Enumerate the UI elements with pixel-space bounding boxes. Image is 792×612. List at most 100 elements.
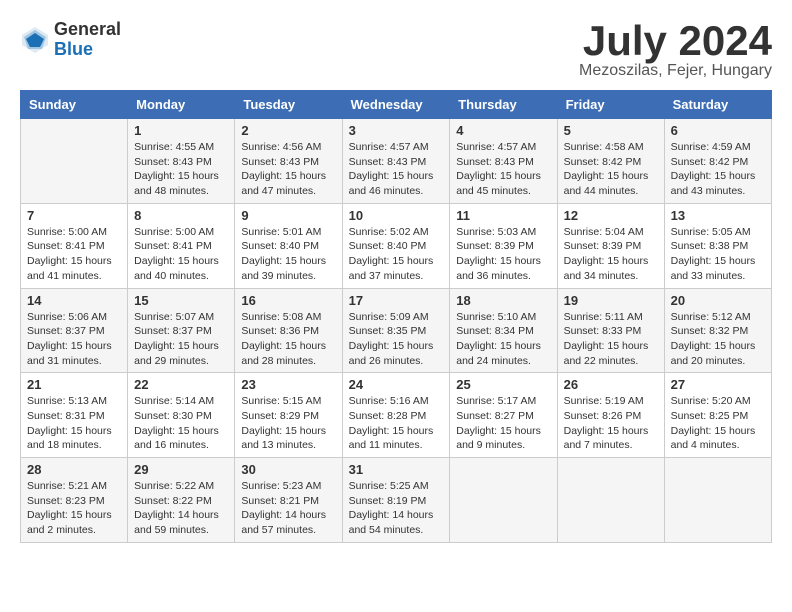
- day-number: 27: [671, 377, 765, 392]
- calendar-cell: 23Sunrise: 5:15 AM Sunset: 8:29 PM Dayli…: [235, 373, 342, 458]
- calendar-cell: 11 Sunrise: 5:03 AM Sunset: 8:39 PM Dayli…: [450, 203, 557, 288]
- calendar-cell: 25Sunrise: 5:17 AM Sunset: 8:27 PM Dayli…: [450, 373, 557, 458]
- calendar-cell: 29 Sunrise: 5:22 AM Sunset: 8:22 PM Dayli…: [128, 458, 235, 543]
- calendar-cell: 28 Sunrise: 5:21 AM Sunset: 8:23 PM Dayli…: [21, 458, 128, 543]
- calendar-body: 1 Sunrise: 4:55 AM Sunset: 8:43 PM Daylig…: [21, 119, 772, 543]
- day-number: 14: [27, 293, 121, 308]
- weekday-header: Thursday: [450, 91, 557, 119]
- calendar-cell: [664, 458, 771, 543]
- day-number: 28: [27, 462, 121, 477]
- calendar-cell: 16Sunrise: 5:08 AM Sunset: 8:36 PM Dayli…: [235, 288, 342, 373]
- calendar-cell: 30Sunrise: 5:23 AM Sunset: 8:21 PM Dayli…: [235, 458, 342, 543]
- calendar-cell: [21, 119, 128, 204]
- day-info: Sunrise: 5:22 AM Sunset: 8:22 PM Dayligh…: [134, 479, 228, 538]
- day-number: 30: [241, 462, 335, 477]
- calendar-week-row: 7Sunrise: 5:00 AM Sunset: 8:41 PM Daylig…: [21, 203, 772, 288]
- calendar-cell: 20 Sunrise: 5:12 AM Sunset: 8:32 PM Dayli…: [664, 288, 771, 373]
- day-number: 11: [456, 208, 550, 223]
- logo-icon: [20, 25, 50, 55]
- day-number: 3: [349, 123, 444, 138]
- day-info: Sunrise: 5:02 AM Sunset: 8:40 PM Dayligh…: [349, 225, 444, 284]
- weekday-header: Monday: [128, 91, 235, 119]
- calendar-cell: [450, 458, 557, 543]
- day-info: Sunrise: 4:58 AM Sunset: 8:42 PM Dayligh…: [564, 140, 658, 199]
- day-info: Sunrise: 5:11 AM Sunset: 8:33 PM Dayligh…: [564, 310, 658, 369]
- calendar-cell: 6Sunrise: 4:59 AM Sunset: 8:42 PM Daylig…: [664, 119, 771, 204]
- calendar-cell: 4Sunrise: 4:57 AM Sunset: 8:43 PM Daylig…: [450, 119, 557, 204]
- day-number: 31: [349, 462, 444, 477]
- day-info: Sunrise: 5:05 AM Sunset: 8:38 PM Dayligh…: [671, 225, 765, 284]
- day-info: Sunrise: 4:57 AM Sunset: 8:43 PM Dayligh…: [456, 140, 550, 199]
- calendar-week-row: 1 Sunrise: 4:55 AM Sunset: 8:43 PM Daylig…: [21, 119, 772, 204]
- calendar-table: SundayMondayTuesdayWednesdayThursdayFrid…: [20, 90, 772, 543]
- day-info: Sunrise: 5:15 AM Sunset: 8:29 PM Dayligh…: [241, 394, 335, 453]
- calendar-week-row: 28 Sunrise: 5:21 AM Sunset: 8:23 PM Dayli…: [21, 458, 772, 543]
- day-info: Sunrise: 5:21 AM Sunset: 8:23 PM Dayligh…: [27, 479, 121, 538]
- day-info: Sunrise: 5:03 AM Sunset: 8:39 PM Dayligh…: [456, 225, 550, 284]
- calendar-cell: 12 Sunrise: 5:04 AM Sunset: 8:39 PM Dayli…: [557, 203, 664, 288]
- day-info: Sunrise: 4:59 AM Sunset: 8:42 PM Dayligh…: [671, 140, 765, 199]
- day-info: Sunrise: 4:57 AM Sunset: 8:43 PM Dayligh…: [349, 140, 444, 199]
- day-number: 20: [671, 293, 765, 308]
- day-info: Sunrise: 5:06 AM Sunset: 8:37 PM Dayligh…: [27, 310, 121, 369]
- day-info: Sunrise: 5:00 AM Sunset: 8:41 PM Dayligh…: [27, 225, 121, 284]
- calendar-cell: 10 Sunrise: 5:02 AM Sunset: 8:40 PM Dayli…: [342, 203, 450, 288]
- day-number: 18: [456, 293, 550, 308]
- calendar-cell: 5 Sunrise: 4:58 AM Sunset: 8:42 PM Daylig…: [557, 119, 664, 204]
- calendar-cell: 1 Sunrise: 4:55 AM Sunset: 8:43 PM Daylig…: [128, 119, 235, 204]
- day-number: 5: [564, 123, 658, 138]
- day-info: Sunrise: 5:04 AM Sunset: 8:39 PM Dayligh…: [564, 225, 658, 284]
- day-number: 9: [241, 208, 335, 223]
- day-info: Sunrise: 5:08 AM Sunset: 8:36 PM Dayligh…: [241, 310, 335, 369]
- weekday-header: Wednesday: [342, 91, 450, 119]
- weekday-header: Tuesday: [235, 91, 342, 119]
- day-info: Sunrise: 5:19 AM Sunset: 8:26 PM Dayligh…: [564, 394, 658, 453]
- day-number: 29: [134, 462, 228, 477]
- calendar-cell: 26 Sunrise: 5:19 AM Sunset: 8:26 PM Dayli…: [557, 373, 664, 458]
- day-number: 10: [349, 208, 444, 223]
- calendar-cell: 31 Sunrise: 5:25 AM Sunset: 8:19 PM Dayli…: [342, 458, 450, 543]
- day-info: Sunrise: 4:56 AM Sunset: 8:43 PM Dayligh…: [241, 140, 335, 199]
- calendar-cell: 7Sunrise: 5:00 AM Sunset: 8:41 PM Daylig…: [21, 203, 128, 288]
- day-info: Sunrise: 5:09 AM Sunset: 8:35 PM Dayligh…: [349, 310, 444, 369]
- weekday-header: Friday: [557, 91, 664, 119]
- calendar-cell: 18 Sunrise: 5:10 AM Sunset: 8:34 PM Dayli…: [450, 288, 557, 373]
- day-number: 24: [349, 377, 444, 392]
- weekday-header-row: SundayMondayTuesdayWednesdayThursdayFrid…: [21, 91, 772, 119]
- day-info: Sunrise: 4:55 AM Sunset: 8:43 PM Dayligh…: [134, 140, 228, 199]
- weekday-header: Sunday: [21, 91, 128, 119]
- day-info: Sunrise: 5:07 AM Sunset: 8:37 PM Dayligh…: [134, 310, 228, 369]
- day-info: Sunrise: 5:12 AM Sunset: 8:32 PM Dayligh…: [671, 310, 765, 369]
- calendar-cell: [557, 458, 664, 543]
- day-number: 17: [349, 293, 444, 308]
- day-info: Sunrise: 5:01 AM Sunset: 8:40 PM Dayligh…: [241, 225, 335, 284]
- calendar-header: SundayMondayTuesdayWednesdayThursdayFrid…: [21, 91, 772, 119]
- calendar-cell: 21 Sunrise: 5:13 AM Sunset: 8:31 PM Dayli…: [21, 373, 128, 458]
- logo-text: General Blue: [54, 20, 121, 60]
- calendar-cell: 14 Sunrise: 5:06 AM Sunset: 8:37 PM Dayli…: [21, 288, 128, 373]
- day-info: Sunrise: 5:14 AM Sunset: 8:30 PM Dayligh…: [134, 394, 228, 453]
- day-number: 15: [134, 293, 228, 308]
- calendar-cell: 22Sunrise: 5:14 AM Sunset: 8:30 PM Dayli…: [128, 373, 235, 458]
- calendar-cell: 3 Sunrise: 4:57 AM Sunset: 8:43 PM Daylig…: [342, 119, 450, 204]
- day-info: Sunrise: 5:17 AM Sunset: 8:27 PM Dayligh…: [456, 394, 550, 453]
- day-number: 19: [564, 293, 658, 308]
- day-number: 1: [134, 123, 228, 138]
- day-number: 12: [564, 208, 658, 223]
- day-number: 26: [564, 377, 658, 392]
- day-info: Sunrise: 5:25 AM Sunset: 8:19 PM Dayligh…: [349, 479, 444, 538]
- calendar-week-row: 21 Sunrise: 5:13 AM Sunset: 8:31 PM Dayli…: [21, 373, 772, 458]
- page-header: General Blue July 2024 Mezoszilas, Fejer…: [20, 20, 772, 80]
- title-section: July 2024 Mezoszilas, Fejer, Hungary: [579, 20, 772, 80]
- day-info: Sunrise: 5:13 AM Sunset: 8:31 PM Dayligh…: [27, 394, 121, 453]
- calendar-cell: 13Sunrise: 5:05 AM Sunset: 8:38 PM Dayli…: [664, 203, 771, 288]
- day-number: 2: [241, 123, 335, 138]
- calendar-cell: 15 Sunrise: 5:07 AM Sunset: 8:37 PM Dayli…: [128, 288, 235, 373]
- day-info: Sunrise: 5:10 AM Sunset: 8:34 PM Dayligh…: [456, 310, 550, 369]
- calendar-cell: 2 Sunrise: 4:56 AM Sunset: 8:43 PM Daylig…: [235, 119, 342, 204]
- day-info: Sunrise: 5:20 AM Sunset: 8:25 PM Dayligh…: [671, 394, 765, 453]
- day-number: 21: [27, 377, 121, 392]
- logo: General Blue: [20, 20, 121, 60]
- weekday-header: Saturday: [664, 91, 771, 119]
- day-number: 8: [134, 208, 228, 223]
